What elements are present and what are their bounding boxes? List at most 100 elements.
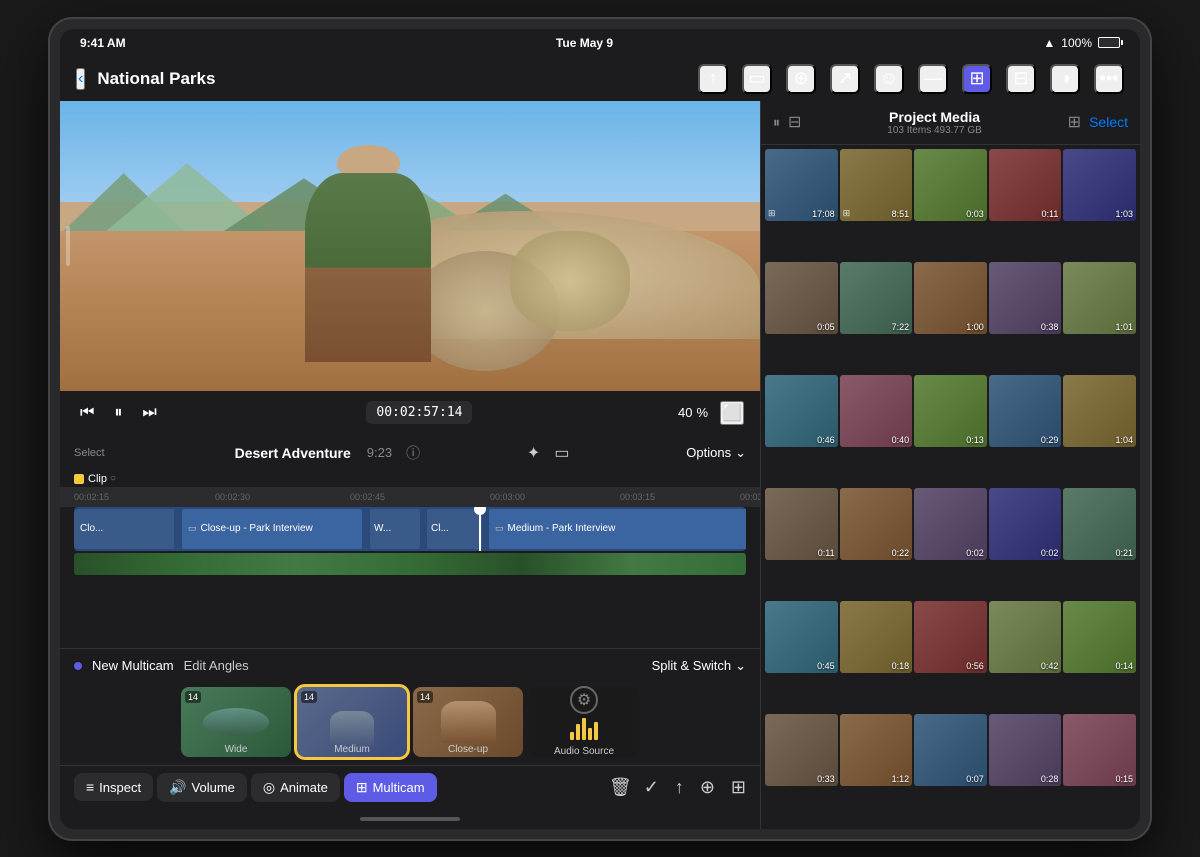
- pause-button[interactable]: ⏸: [110, 400, 126, 426]
- media-thumb-4[interactable]: 1:03: [1063, 149, 1136, 222]
- media-browser-title: Project Media: [809, 109, 1059, 125]
- timeline-title: Desert Adventure: [235, 445, 351, 461]
- volume-button[interactable]: 🔊 Volume: [157, 773, 247, 802]
- zoom-value: 40: [678, 405, 692, 420]
- auto-enhance-icon[interactable]: ✦: [527, 443, 540, 463]
- grid-action-icon[interactable]: ⊞: [731, 777, 746, 798]
- clip-tool-icon[interactable]: ▭: [554, 443, 569, 463]
- clip-1[interactable]: Clo...: [74, 509, 174, 549]
- multicam-clip-closeup[interactable]: 14 Close-up: [413, 687, 523, 757]
- battery-percent: 100%: [1061, 36, 1092, 50]
- thumb-duration-23: 0:42: [1041, 661, 1059, 671]
- media-thumb-8[interactable]: 0:38: [989, 262, 1062, 335]
- camera-button[interactable]: ▭: [742, 64, 772, 94]
- multicam-dot: [74, 662, 82, 670]
- animate-button[interactable]: ◎ Animate: [251, 773, 340, 802]
- filter-icon[interactable]: ⊟: [788, 112, 801, 132]
- clip-5[interactable]: ▭ Medium - Park Interview: [489, 509, 746, 549]
- audio-source-label: Audio Source: [554, 746, 614, 757]
- home-indicator: [60, 809, 760, 829]
- media-thumb-5[interactable]: 0:05: [765, 262, 838, 335]
- inspect-button[interactable]: ≡ Inspect: [74, 773, 153, 801]
- media-thumb-18[interactable]: 0:02: [989, 488, 1062, 561]
- select-button[interactable]: Select: [1089, 114, 1128, 130]
- copy-icon[interactable]: ⊕: [700, 777, 715, 798]
- clip-4[interactable]: Cl...: [427, 509, 482, 549]
- clip-3[interactable]: W...: [370, 509, 420, 549]
- media-thumb-6[interactable]: 7:22: [840, 262, 913, 335]
- thumb-duration-27: 0:07: [966, 774, 984, 784]
- minus-button[interactable]: —: [918, 64, 948, 94]
- media-thumb-9[interactable]: 1:01: [1063, 262, 1136, 335]
- back-button[interactable]: ‹: [76, 68, 85, 90]
- fast-forward-button[interactable]: ⏭: [138, 400, 160, 426]
- clip-4-label: Cl...: [431, 523, 449, 534]
- media-thumb-22[interactable]: 0:56: [914, 601, 987, 674]
- magic-button[interactable]: ⊕: [786, 64, 816, 94]
- photos-button[interactable]: ⊞: [962, 64, 992, 94]
- clip-track: Clo... ▭ Close-up - Park Interview W... …: [74, 507, 746, 551]
- multicam-clip-audio[interactable]: ⚙ Audio Source: [529, 687, 639, 757]
- media-thumb-25[interactable]: 0:33: [765, 714, 838, 787]
- bottom-toolbar: ≡ Inspect 🔊 Volume ◎ Animate ⊞ Multicam: [60, 765, 760, 809]
- thumb-duration-1: 8:51: [892, 209, 910, 219]
- media-thumb-2[interactable]: 0:03: [914, 149, 987, 222]
- share-action-icon[interactable]: ↑: [675, 777, 684, 798]
- action-icons: ✓ ↑ ⊕ ⊞: [644, 777, 746, 798]
- share-button[interactable]: ↑: [698, 64, 728, 94]
- media-thumb-10[interactable]: 0:46: [765, 375, 838, 448]
- options-button[interactable]: Options ⌄: [686, 445, 746, 461]
- thumb-duration-24: 0:14: [1115, 661, 1133, 671]
- video-background: [60, 101, 760, 391]
- delete-button[interactable]: 🗑: [609, 777, 632, 798]
- zoom-control: 40 %: [678, 405, 708, 420]
- media-title-block: Project Media 103 Items 493.77 GB: [809, 109, 1059, 136]
- media-thumb-19[interactable]: 0:21: [1063, 488, 1136, 561]
- thumb-duration-22: 0:56: [966, 661, 984, 671]
- back-chevron-icon: ‹: [78, 70, 83, 88]
- chevron-down-icon: ⌄: [735, 658, 746, 674]
- export-button[interactable]: ↗: [830, 64, 860, 94]
- edit-angles-button[interactable]: Edit Angles: [184, 658, 249, 673]
- checkmark-icon[interactable]: ✓: [644, 777, 659, 798]
- clip-2[interactable]: ▭ Close-up - Park Interview: [182, 509, 362, 549]
- more-button[interactable]: •••: [1094, 64, 1124, 94]
- media-thumb-1[interactable]: 8:51⊞: [840, 149, 913, 222]
- status-date: Tue May 9: [556, 36, 613, 50]
- rewind-button[interactable]: ⏮: [76, 400, 98, 426]
- grid-view-icon[interactable]: ⊞: [1068, 112, 1081, 132]
- media-thumb-29[interactable]: 0:15: [1063, 714, 1136, 787]
- multicam-clip-wide[interactable]: 14 Wide: [181, 687, 291, 757]
- thumb-duration-6: 7:22: [892, 322, 910, 332]
- media-thumb-28[interactable]: 0:28: [989, 714, 1062, 787]
- media-thumb-16[interactable]: 0:22: [840, 488, 913, 561]
- face-button[interactable]: ☺: [874, 64, 904, 94]
- media-thumb-27[interactable]: 0:07: [914, 714, 987, 787]
- media-thumb-13[interactable]: 0:29: [989, 375, 1062, 448]
- grid-button[interactable]: ⊟: [1006, 64, 1036, 94]
- media-thumb-11[interactable]: 0:40: [840, 375, 913, 448]
- media-thumb-14[interactable]: 1:04: [1063, 375, 1136, 448]
- media-thumb-24[interactable]: 0:14: [1063, 601, 1136, 674]
- pause-icon[interactable]: ⏸: [773, 114, 780, 131]
- status-time: 9:41 AM: [80, 36, 126, 50]
- media-thumb-23[interactable]: 0:42: [989, 601, 1062, 674]
- multicam-button[interactable]: ⊞ Multicam: [344, 773, 437, 802]
- media-thumb-12[interactable]: 0:13: [914, 375, 987, 448]
- multicam-clips-row: 14 Wide 14 Medium: [60, 683, 760, 765]
- brightness-button[interactable]: ◑: [1050, 64, 1080, 94]
- multicam-clip-medium[interactable]: 14 Medium: [297, 687, 407, 757]
- media-thumb-0[interactable]: 17:08⊞: [765, 149, 838, 222]
- media-thumb-17[interactable]: 0:02: [914, 488, 987, 561]
- media-thumb-7[interactable]: 1:00: [914, 262, 987, 335]
- media-thumb-20[interactable]: 0:45: [765, 601, 838, 674]
- media-thumb-15[interactable]: 0:11: [765, 488, 838, 561]
- media-thumb-21[interactable]: 0:18: [840, 601, 913, 674]
- timeline-tools: ✦ ▭: [527, 443, 570, 463]
- split-switch-button[interactable]: Split & Switch ⌄: [652, 658, 746, 674]
- thumb-duration-10: 0:46: [817, 435, 835, 445]
- aspect-button[interactable]: ⬜: [720, 401, 744, 425]
- media-thumb-3[interactable]: 0:11: [989, 149, 1062, 222]
- ipad-frame: 9:41 AM Tue May 9 ▲ 100% ‹ National Park…: [50, 19, 1150, 839]
- media-thumb-26[interactable]: 1:12: [840, 714, 913, 787]
